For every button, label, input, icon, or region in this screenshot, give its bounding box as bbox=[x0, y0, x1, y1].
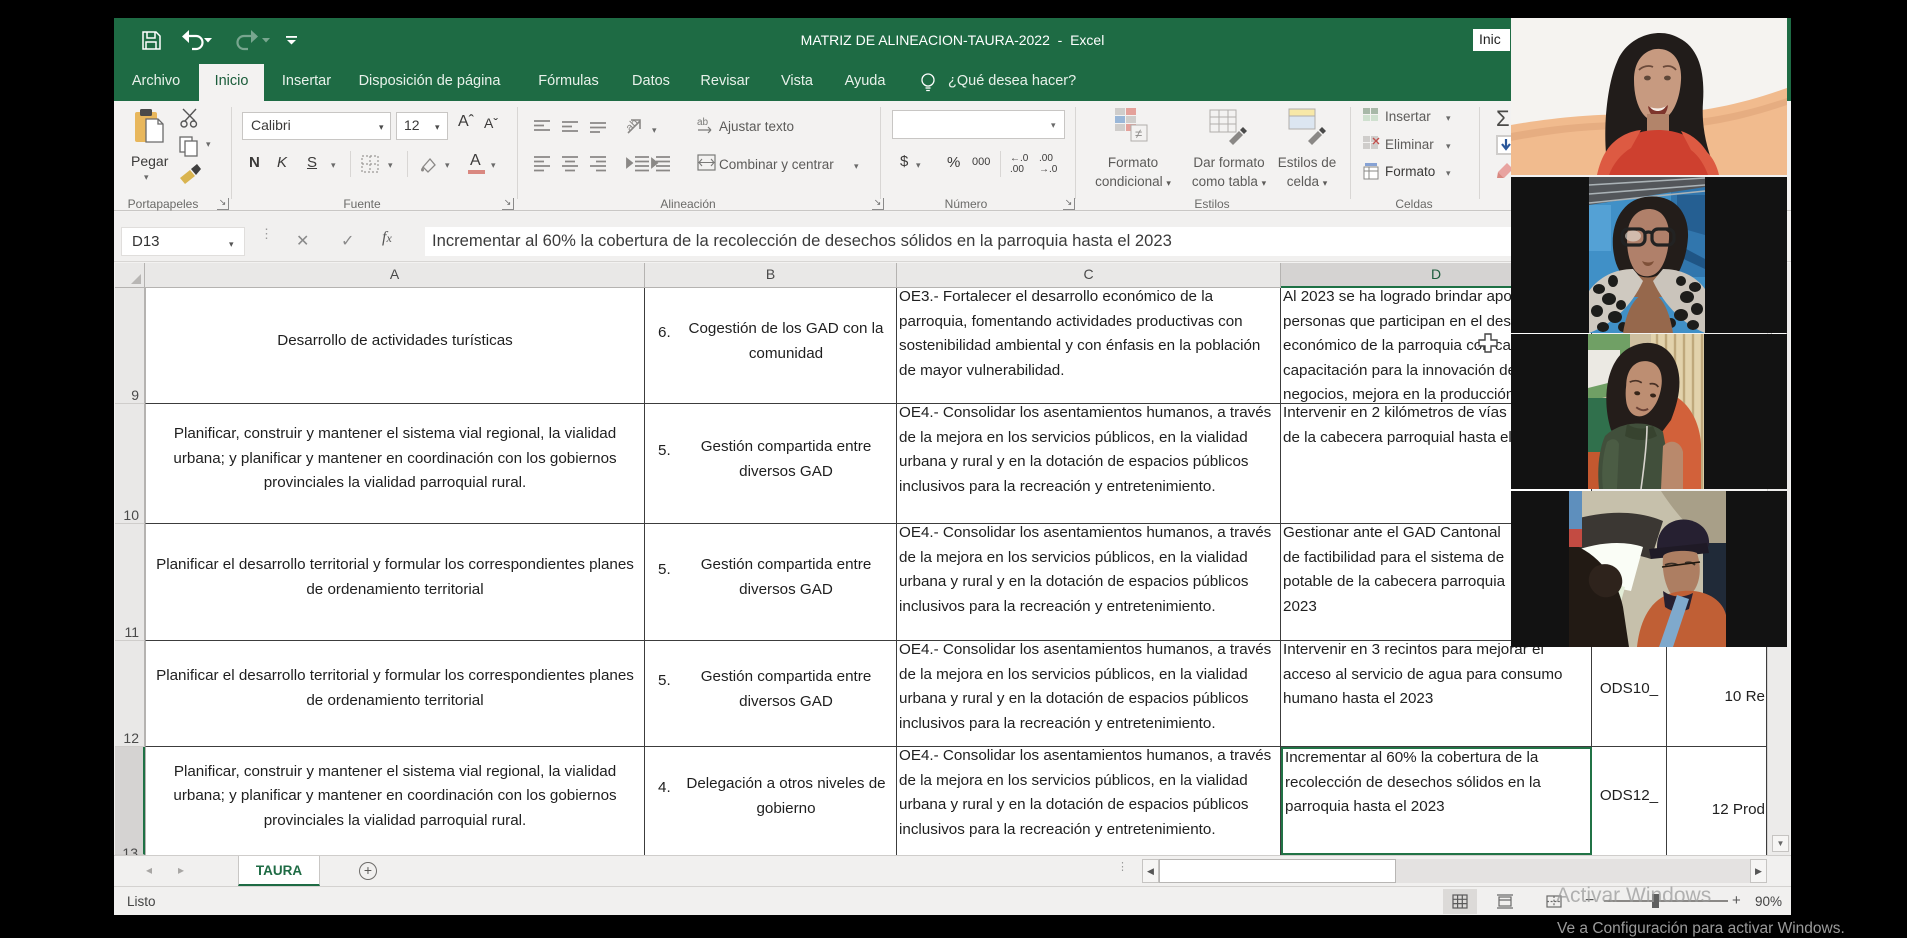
svg-text:ab: ab bbox=[697, 117, 709, 128]
svg-text:ab: ab bbox=[624, 119, 641, 134]
svg-text:≠: ≠ bbox=[1135, 126, 1142, 141]
